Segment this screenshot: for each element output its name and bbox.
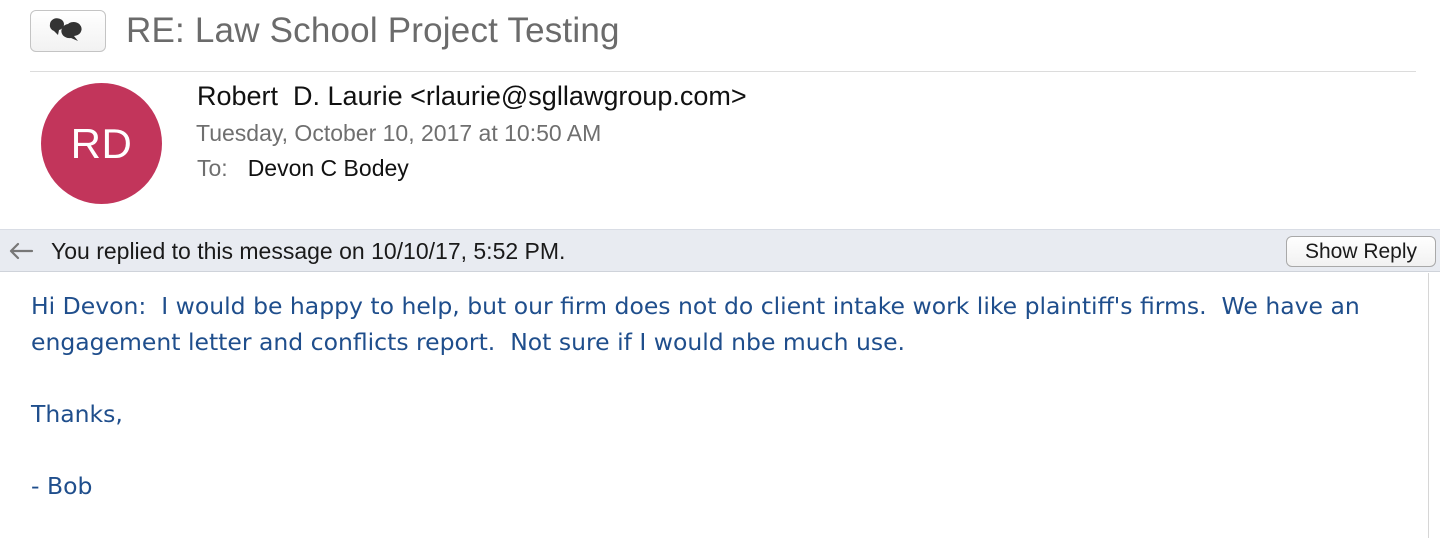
sender-address[interactable]: Robert D. Laurie <rlaurie@sgllawgroup.co…	[197, 79, 747, 113]
avatar: RD	[41, 83, 162, 204]
reply-arrow-icon	[9, 242, 34, 260]
to-label: To:	[197, 155, 228, 181]
avatar-initials: RD	[70, 119, 133, 167]
title-divider	[30, 71, 1416, 72]
show-reply-button[interactable]: Show Reply	[1286, 236, 1436, 267]
sent-date: Tuesday, October 10, 2017 at 10:50 AM	[196, 120, 602, 146]
body-line: Thanks,	[31, 400, 123, 428]
speech-bubbles-icon	[49, 18, 82, 41]
conversation-button[interactable]	[30, 10, 106, 52]
body-line: Hi Devon: I would be happy to help, but …	[31, 292, 1360, 320]
email-viewer: RE: Law School Project Testing RD Robert…	[0, 0, 1440, 538]
recipient-name[interactable]: Devon C Bodey	[248, 153, 409, 183]
scrollbar[interactable]	[1428, 273, 1429, 538]
email-subject: RE: Law School Project Testing	[126, 11, 620, 50]
replied-banner: You replied to this message on 10/10/17,…	[0, 229, 1440, 272]
message-body: Hi Devon: I would be happy to help, but …	[31, 288, 1411, 504]
recipient-row: To: Devon C Bodey	[197, 153, 409, 183]
body-line: engagement letter and conflicts report. …	[31, 328, 906, 356]
signature: - Bob	[31, 472, 93, 500]
replied-notice: You replied to this message on 10/10/17,…	[51, 238, 566, 264]
